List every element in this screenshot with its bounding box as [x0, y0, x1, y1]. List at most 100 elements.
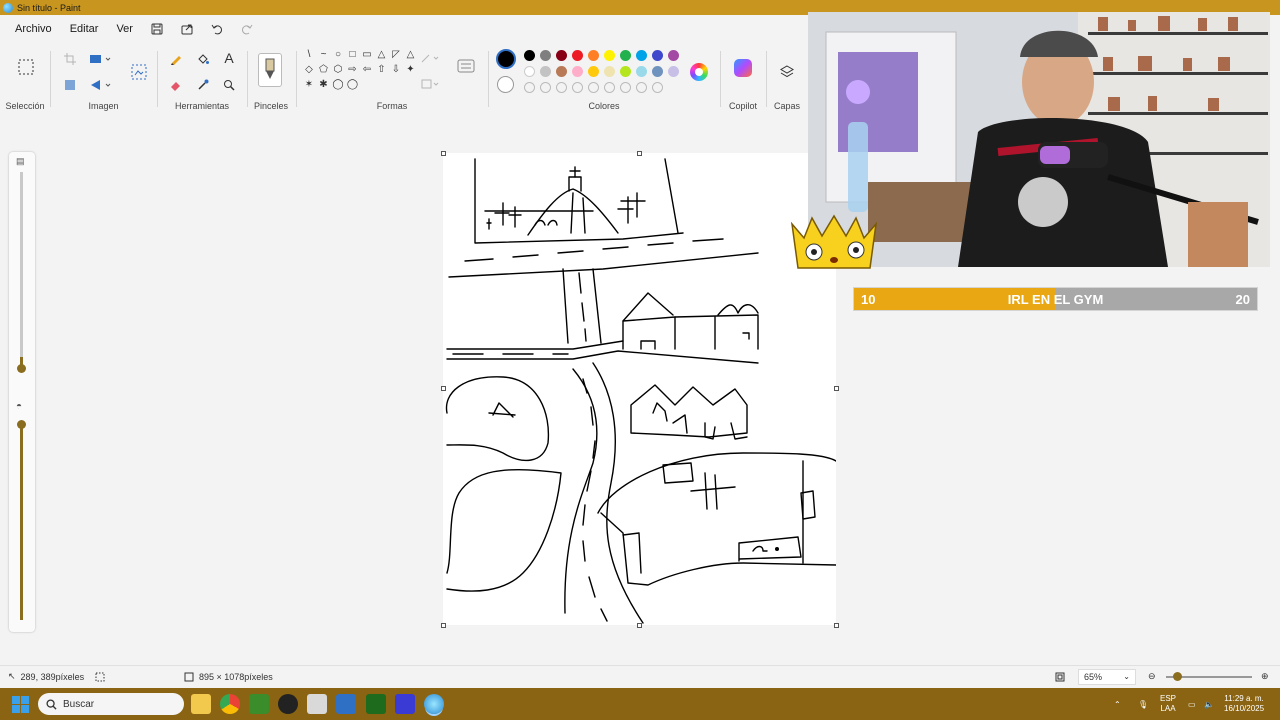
resize-handle[interactable]: [441, 623, 446, 628]
color-swatch[interactable]: [636, 66, 647, 77]
shape-option[interactable]: \: [303, 49, 315, 61]
shape-option[interactable]: ⇦: [361, 64, 373, 76]
color-swatch[interactable]: [556, 66, 567, 77]
app-g-icon[interactable]: [278, 694, 298, 714]
shape-option[interactable]: ⇩: [390, 64, 402, 76]
secondary-color-swatch[interactable]: [497, 76, 514, 93]
chrome-icon[interactable]: [220, 694, 240, 714]
volume-icon[interactable]: 🔈: [1204, 688, 1214, 720]
color-swatch[interactable]: [652, 66, 663, 77]
zoom-slider-knob[interactable]: [1173, 672, 1182, 681]
custom-color-slot[interactable]: [572, 82, 583, 93]
custom-color-slot[interactable]: [604, 82, 615, 93]
network-icon[interactable]: ▭: [1188, 688, 1196, 720]
shape-option[interactable]: ✦: [405, 64, 417, 76]
custom-color-slot[interactable]: [652, 82, 663, 93]
shape-option[interactable]: ○: [332, 49, 344, 61]
opacity-slider-fill[interactable]: [20, 424, 23, 620]
shape-option[interactable]: ⇧: [376, 64, 388, 76]
custom-color-slot[interactable]: [620, 82, 631, 93]
custom-color-slot[interactable]: [540, 82, 551, 93]
resize-handle[interactable]: [834, 386, 839, 391]
shape-option[interactable]: ⬠: [318, 64, 330, 76]
opacity-slider-knob[interactable]: [17, 420, 26, 429]
microphone-icon[interactable]: 🎙: [1138, 688, 1148, 720]
magnifier-icon[interactable]: [220, 76, 238, 94]
save-icon[interactable]: [145, 19, 169, 39]
color-swatch[interactable]: [572, 66, 583, 77]
color-swatch[interactable]: [652, 50, 663, 61]
color-swatch[interactable]: [636, 50, 647, 61]
custom-color-slot[interactable]: [588, 82, 599, 93]
edit-colors-icon[interactable]: [690, 63, 708, 81]
color-swatch[interactable]: [588, 50, 599, 61]
drawing-canvas[interactable]: [443, 153, 837, 625]
shape-outline-icon[interactable]: [419, 49, 443, 67]
shape-option[interactable]: ⇨: [347, 64, 359, 76]
shape-style-icon[interactable]: [455, 57, 477, 75]
size-slider-track[interactable]: [20, 172, 23, 362]
color-picker-icon[interactable]: [194, 76, 212, 94]
fit-icon[interactable]: [1055, 672, 1065, 682]
redo-icon[interactable]: [235, 19, 259, 39]
paint-taskbar-icon[interactable]: [424, 694, 444, 714]
shape-option[interactable]: ✶: [303, 79, 315, 91]
color-swatch[interactable]: [540, 66, 551, 77]
language-indicator[interactable]: ESP LAA: [1160, 688, 1176, 720]
color-swatch[interactable]: [540, 50, 551, 61]
resize-icon[interactable]: [87, 50, 115, 68]
color-swatch[interactable]: [620, 66, 631, 77]
menu-ver[interactable]: Ver: [110, 20, 139, 38]
shape-option[interactable]: △: [376, 49, 388, 61]
shape-option[interactable]: ◯: [332, 79, 344, 91]
share-icon[interactable]: [175, 19, 199, 39]
windows-start-icon[interactable]: [12, 696, 29, 713]
resize-handle[interactable]: [637, 151, 642, 156]
tray-overflow-icon[interactable]: ⌃: [1114, 688, 1121, 720]
menu-archivo[interactable]: Archivo: [9, 20, 58, 38]
resize-handle[interactable]: [637, 623, 642, 628]
brush-icon[interactable]: [258, 53, 282, 87]
shape-option[interactable]: ~: [318, 49, 330, 61]
notepad-icon[interactable]: [307, 694, 327, 714]
size-slider-knob[interactable]: [17, 364, 26, 373]
color-swatch[interactable]: [604, 50, 615, 61]
shape-option[interactable]: ◯: [347, 79, 359, 91]
clock[interactable]: 11:29 a. m. 16/10/2025: [1224, 688, 1264, 720]
eraser-icon[interactable]: [167, 76, 185, 94]
color-swatch[interactable]: [524, 66, 535, 77]
shape-option[interactable]: ◇: [303, 64, 315, 76]
terminal-icon[interactable]: [366, 694, 386, 714]
resize-handle[interactable]: [441, 386, 446, 391]
resize-handle[interactable]: [834, 623, 839, 628]
shape-option[interactable]: ◸: [390, 49, 402, 61]
taskbar-search[interactable]: Buscar: [38, 693, 184, 715]
undo-icon[interactable]: [205, 19, 229, 39]
minecraft-icon[interactable]: [249, 694, 269, 714]
custom-color-slot[interactable]: [556, 82, 567, 93]
shape-option[interactable]: ⬡: [332, 64, 344, 76]
text-tool-icon[interactable]: A: [220, 49, 238, 67]
color-swatch[interactable]: [668, 66, 679, 77]
crop-icon[interactable]: [61, 50, 79, 68]
fill-icon[interactable]: [194, 50, 212, 68]
zoom-select[interactable]: 65% ⌄: [1078, 668, 1136, 685]
color-swatch[interactable]: [604, 66, 615, 77]
zoom-out-icon[interactable]: ⊖: [1148, 671, 1156, 682]
image-select-icon[interactable]: [129, 62, 149, 82]
selection-icon[interactable]: [16, 57, 36, 77]
menu-editar[interactable]: Editar: [64, 20, 105, 38]
app-v-icon[interactable]: [395, 694, 415, 714]
layers-icon[interactable]: [778, 63, 796, 81]
shape-option[interactable]: ▭: [361, 49, 373, 61]
file-explorer-icon[interactable]: [191, 694, 211, 714]
shape-option[interactable]: △: [405, 49, 417, 61]
color-swatch[interactable]: [588, 66, 599, 77]
copilot-icon[interactable]: [734, 59, 752, 77]
pencil-icon[interactable]: [167, 50, 185, 68]
shapes-gallery[interactable]: \ ~ ○ □ ▭ △ ◸ △ ◇ ⬠ ⬡ ⇨ ⇦ ⇧ ⇩ ✦ ✶ ✱ ◯ ◯: [303, 49, 415, 99]
color-swatch[interactable]: [668, 50, 679, 61]
color-swatch[interactable]: [572, 50, 583, 61]
color-swatch[interactable]: [524, 50, 535, 61]
custom-color-slot[interactable]: [636, 82, 647, 93]
